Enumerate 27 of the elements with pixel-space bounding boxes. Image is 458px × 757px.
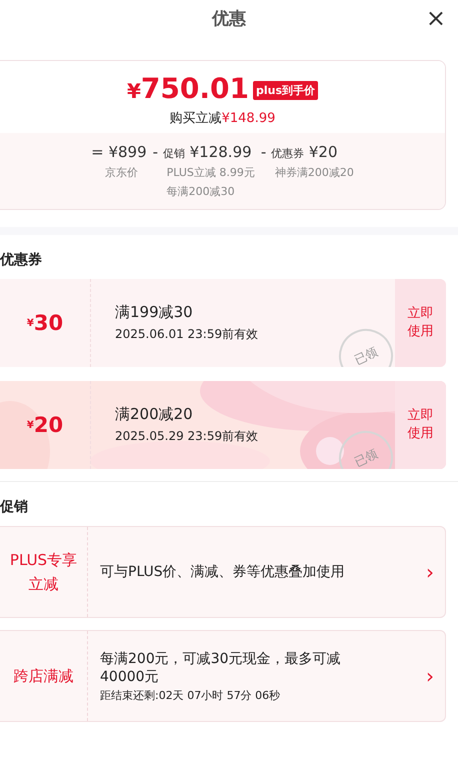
final-price: ¥750.01: [126, 73, 249, 107]
coupon-validity: 2025.06.01 23:59前有效: [115, 326, 260, 343]
use-now-button[interactable]: 立即使用: [395, 381, 446, 469]
price-note: 每满200减30: [166, 184, 236, 199]
close-button[interactable]: ×: [426, 6, 446, 30]
promotion-card[interactable]: 跨店满减 每满200元，可减30元现金，最多可减40000元 距结束还剩:02天 07小时 57分 06秒 ›: [0, 630, 446, 722]
saving-text: 购买立减¥148.99: [170, 110, 276, 127]
coupon-validity: 2025.05.29 23:59前有效: [115, 428, 260, 445]
promotion-tag: PLUS专享立减: [0, 527, 88, 617]
price-badge: plus到手价: [252, 80, 318, 100]
promotion-description: 可与PLUS价、满减、券等优惠叠加使用: [100, 563, 346, 581]
dialog-title: 优惠: [212, 8, 246, 30]
promotion-description: 每满200元，可减30元现金，最多可减40000元: [100, 650, 342, 686]
countdown-text: 距结束还剩:02天 07小时 57分 06秒: [100, 688, 282, 702]
price-note: 神券满200减20: [274, 165, 354, 180]
price-note: PLUS立减 8.99元: [166, 165, 255, 180]
promotion-card[interactable]: PLUS专享立减 可与PLUS价、满减、券等优惠叠加使用 ›: [0, 526, 446, 618]
coupon-value: ¥30: [0, 279, 91, 367]
use-now-button[interactable]: 立即使用: [395, 279, 446, 367]
price-note: 京东价: [104, 165, 140, 180]
coupon-value: ¥20: [0, 381, 91, 469]
coupon-condition: 满199减30: [115, 303, 194, 322]
price-component: = ¥899: [91, 143, 147, 161]
price-component: - 促销 ¥128.99: [152, 143, 253, 161]
coupon-condition: 满200减20: [115, 405, 194, 424]
price-component: - 优惠券 ¥20: [260, 143, 339, 161]
promotion-tag: 跨店满减: [0, 631, 88, 721]
